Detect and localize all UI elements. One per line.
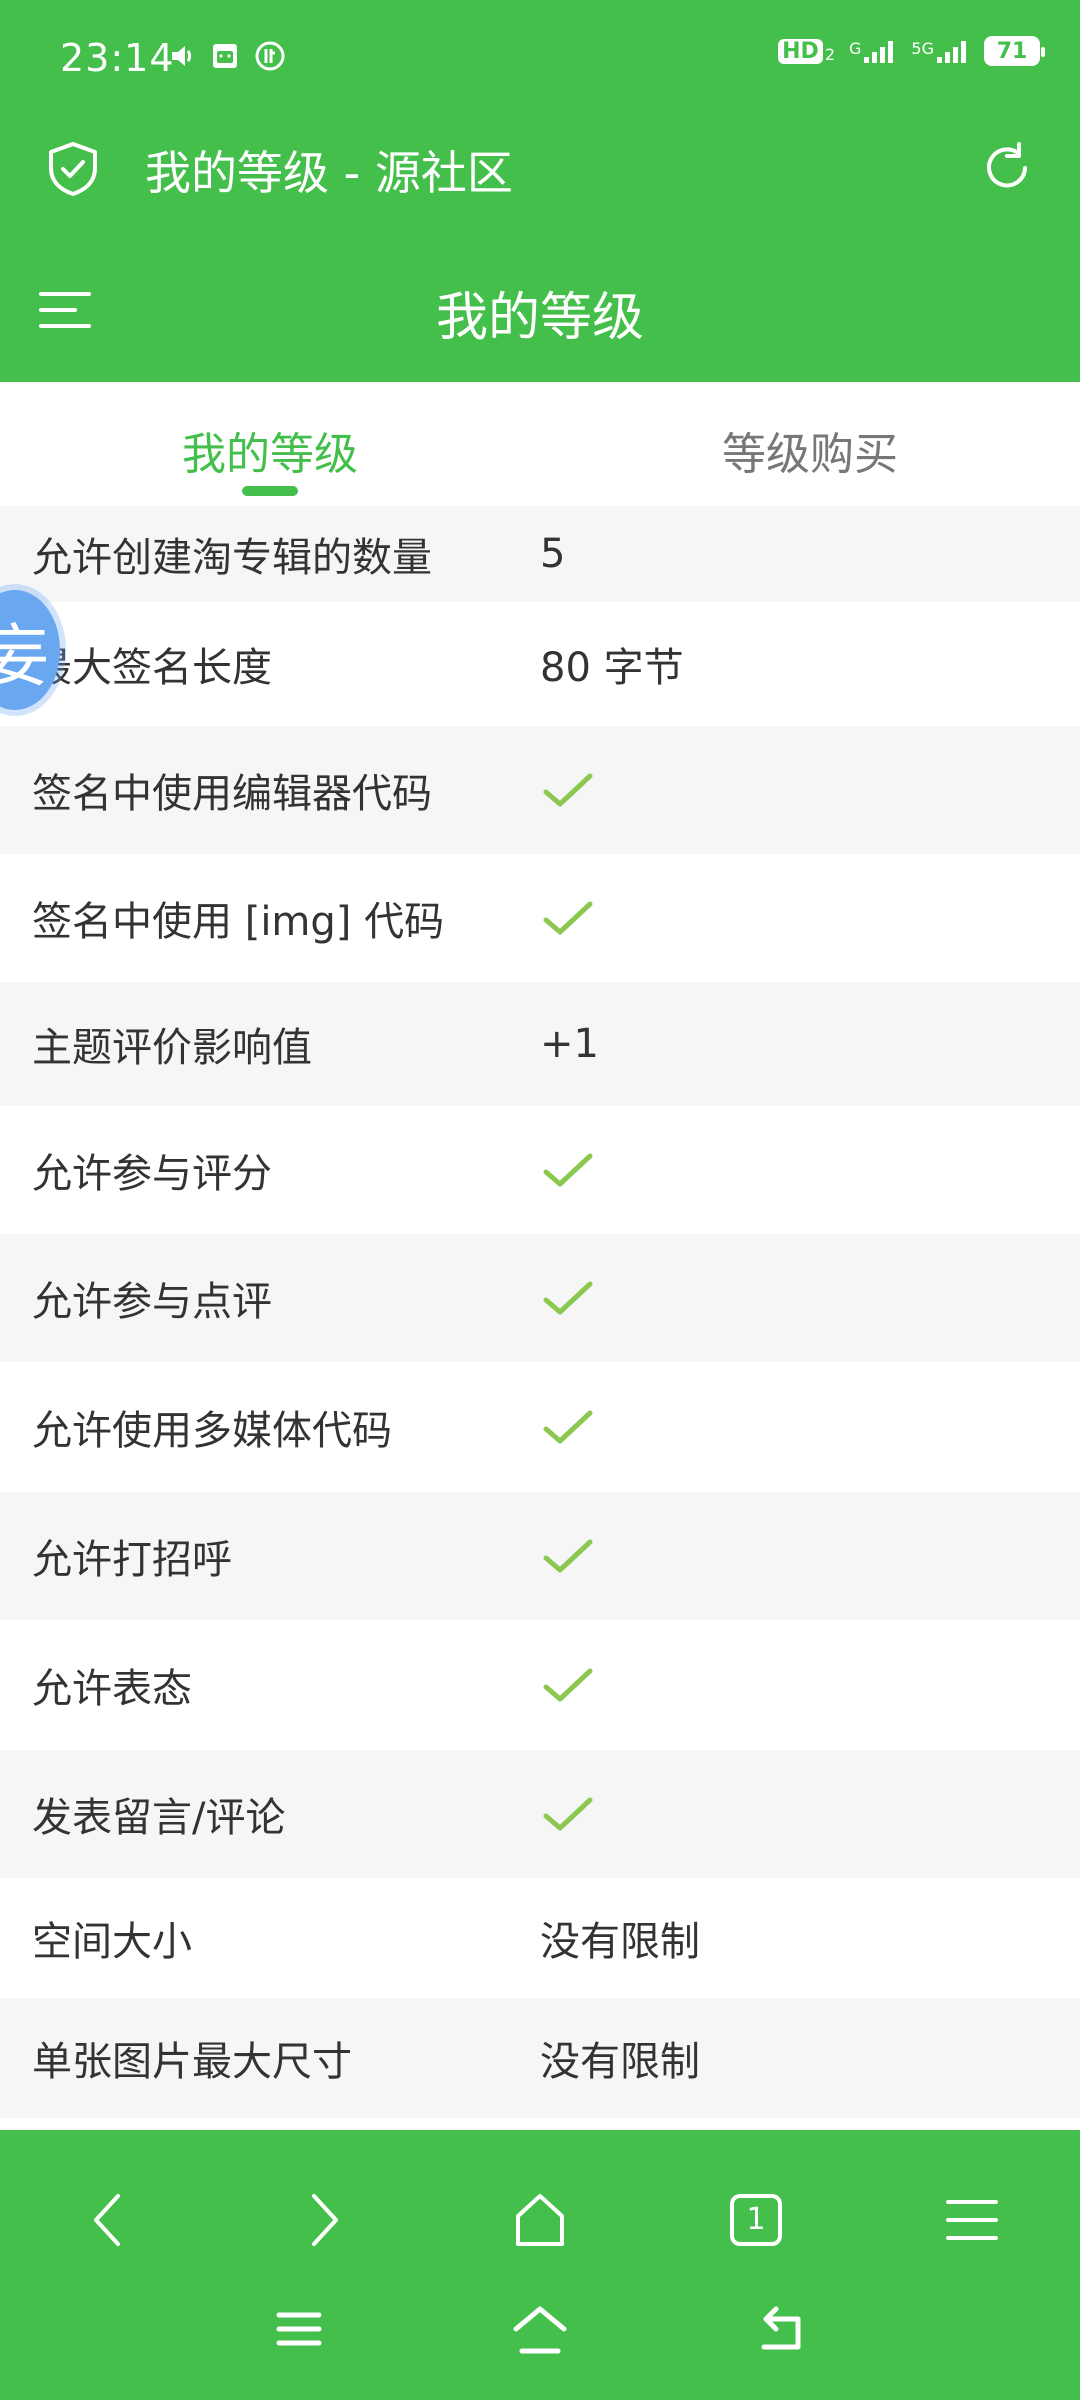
table-row: 允许打招呼 [0, 1492, 1080, 1620]
refresh-icon[interactable] [979, 140, 1035, 200]
tabs-count-button[interactable]: 1 [728, 2190, 784, 2250]
table-row: 允许参与点评 [0, 1234, 1080, 1362]
check-icon [540, 1276, 1080, 1320]
level-permissions-table[interactable]: 允许创建淘专辑的数量 5 最大签名长度 80 字节 签名中使用编辑器代码 签名中… [0, 506, 1080, 2130]
back-arrow-icon[interactable] [86, 2190, 130, 2254]
row-value: 80 字节 [540, 645, 684, 691]
row-label: 允许参与评分 [32, 1151, 272, 1197]
row-label: 允许表态 [32, 1666, 192, 1712]
table-row: 签名中使用 [img] 代码 [0, 854, 1080, 982]
system-home-icon[interactable] [510, 2305, 570, 2359]
tabs-count: 1 [746, 2202, 766, 2237]
check-icon [540, 1663, 1080, 1707]
check-icon [540, 1534, 1080, 1578]
check-icon [540, 1405, 1080, 1449]
speaker-icon [168, 42, 196, 74]
status-indicators: HD 2 G 5G 71 [778, 36, 1045, 66]
page-header: 我的等级 [0, 220, 1080, 382]
row-label: 允许参与点评 [32, 1279, 272, 1325]
row-value: 没有限制 [540, 1919, 700, 1965]
check-icon [540, 768, 1080, 812]
row-label: 发表留言/评论 [32, 1795, 286, 1841]
system-navigation-bar [0, 2305, 1080, 2385]
row-value: +1 [540, 1021, 599, 1067]
hd-sub-label: 2 [824, 44, 836, 64]
system-back-icon[interactable] [754, 2305, 808, 2359]
table-row: 单张图片最大尺寸 没有限制 [0, 1998, 1080, 2118]
browser-title-bar: 我的等级 - 源社区 [0, 115, 1080, 220]
floating-assistant-label: 妄 [0, 617, 49, 697]
android-robot-icon [210, 41, 240, 75]
row-label: 签名中使用 [img] 代码 [32, 899, 445, 945]
signal-g-icon: G [849, 39, 897, 63]
check-icon [540, 1792, 1080, 1836]
hd-network-icon: HD 2 [778, 38, 836, 64]
table-row: 允许表态 [0, 1620, 1080, 1750]
battery-level: 71 [996, 38, 1028, 64]
row-label: 单张图片最大尺寸 [32, 2039, 352, 2085]
home-icon[interactable] [510, 2190, 570, 2254]
browser-toolbar: 1 [0, 2170, 1080, 2290]
table-row: 签名中使用编辑器代码 [0, 726, 1080, 854]
row-label: 签名中使用编辑器代码 [32, 771, 432, 817]
hamburger-menu-icon[interactable] [944, 2190, 1000, 2254]
battery-icon: 71 [984, 36, 1045, 66]
signal-5g-label: 5G [911, 39, 934, 58]
row-value: 5 [540, 531, 566, 577]
hd-label: HD [778, 38, 823, 64]
status-bar: 23:14 HD 2 G 5G 71 [0, 0, 1080, 115]
row-label: 主题评价影响值 [32, 1025, 312, 1071]
forward-arrow-icon[interactable] [302, 2190, 346, 2254]
row-value: 没有限制 [540, 2039, 700, 2085]
row-label: 允许使用多媒体代码 [32, 1408, 392, 1454]
table-row: 空间大小 没有限制 [0, 1878, 1080, 1998]
table-row: 允许使用多媒体代码 [0, 1362, 1080, 1492]
signal-g-label: G [849, 39, 862, 58]
status-notification-icons [168, 40, 286, 76]
table-row: 允许参与评分 [0, 1106, 1080, 1234]
row-label: 空间大小 [32, 1919, 192, 1965]
row-label: 允许打招呼 [32, 1537, 232, 1583]
level-tabs: 我的等级 等级购买 [0, 382, 1080, 508]
bottom-navigation: 1 [0, 2130, 1080, 2400]
status-time: 23:14 [60, 36, 175, 80]
table-row: 最大签名长度 80 字节 [0, 602, 1080, 726]
browser-page-title: 我的等级 - 源社区 [145, 146, 513, 200]
recent-apps-icon[interactable] [275, 2305, 323, 2357]
page-title: 我的等级 [435, 288, 644, 348]
row-label: 最大签名长度 [32, 645, 272, 691]
active-tab-indicator [242, 486, 298, 496]
table-row: 允许创建淘专辑的数量 5 [0, 506, 1080, 602]
shield-check-icon[interactable] [45, 140, 101, 202]
check-icon [540, 896, 1080, 940]
tab-my-level[interactable]: 我的等级 [0, 418, 540, 482]
check-icon [540, 1148, 1080, 1192]
row-label: 允许创建淘专辑的数量 [32, 535, 432, 581]
app-circle-icon [254, 40, 286, 76]
signal-5g-icon: 5G [911, 39, 970, 63]
table-row: 发表留言/评论 [0, 1750, 1080, 1878]
table-row: 主题评价影响值 +1 [0, 982, 1080, 1106]
tab-level-purchase[interactable]: 等级购买 [540, 418, 1080, 482]
